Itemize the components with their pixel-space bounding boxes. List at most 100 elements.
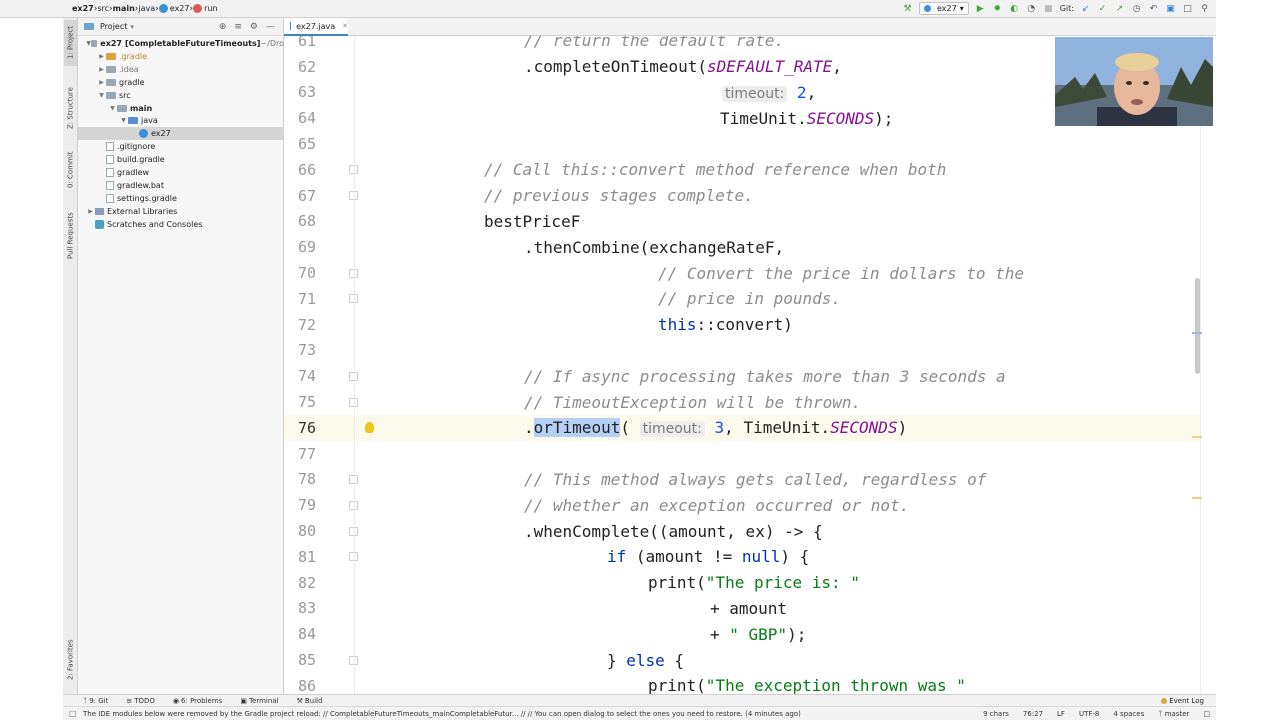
line-number[interactable]: 79 (284, 496, 316, 514)
editor-scrollbar-track[interactable] (1200, 36, 1216, 694)
history-icon[interactable]: ◷ (1131, 0, 1142, 18)
status-message[interactable]: The IDE modules below were removed by th… (83, 710, 801, 718)
git-push-icon[interactable]: ↗ (1114, 0, 1125, 18)
build-hammer-icon[interactable]: ⚒ (902, 0, 913, 18)
chevron-right-icon[interactable]: ▶ (86, 208, 95, 215)
line-number[interactable]: 63 (284, 83, 316, 101)
chevron-down-icon[interactable]: ▼ (119, 117, 128, 124)
line-number[interactable]: 82 (284, 574, 316, 592)
tree-item[interactable]: build.gradle (78, 153, 284, 166)
code-line[interactable]: 82 print("The price is: " (284, 570, 1200, 596)
chevron-down-icon[interactable]: ▼ (97, 92, 106, 99)
code-line[interactable]: 74 // If async processing takes more than… (284, 363, 1200, 389)
chevron-right-icon[interactable]: ▶ (97, 53, 106, 60)
breadcrumb-item[interactable]: java (138, 4, 155, 13)
breadcrumb-item[interactable]: main (113, 4, 135, 13)
run-icon[interactable]: ▶ (975, 0, 986, 18)
project-panel-title[interactable]: Project (100, 22, 127, 31)
line-number[interactable]: 81 (284, 548, 316, 566)
tool-window-structure[interactable]: Z: Structure (64, 78, 77, 138)
tree-item[interactable]: ▶ .gradle (78, 50, 284, 63)
line-number[interactable]: 65 (284, 135, 316, 153)
line-number[interactable]: 83 (284, 599, 316, 617)
code-line[interactable]: 76 .orTimeout( timeout: 3, TimeUnit.SECON… (284, 415, 1200, 441)
line-separator[interactable]: LF (1057, 710, 1065, 718)
caret-position[interactable]: 76:27 (1023, 710, 1043, 718)
tree-item[interactable]: settings.gradle (78, 192, 284, 205)
project-structure-icon[interactable]: ▣ (1165, 0, 1176, 18)
gear-icon[interactable]: ⚙ (250, 22, 258, 32)
breadcrumb-item[interactable]: ex27 (72, 4, 94, 13)
line-number[interactable]: 77 (284, 445, 316, 463)
chevron-right-icon[interactable]: ▶ (97, 66, 106, 73)
code-editor[interactable]: 61 // return the default rate. 62 .complete… (284, 36, 1200, 694)
debug-icon[interactable]: ✹ (992, 0, 1003, 18)
tool-terminal[interactable]: ▣ Terminal (240, 697, 278, 705)
tool-window-project[interactable]: 1: Project (64, 20, 77, 66)
collapse-all-icon[interactable]: ≡ (234, 22, 242, 32)
chevron-down-icon[interactable]: ▾ (130, 23, 134, 31)
code-line[interactable]: 68 bestPriceF (284, 209, 1200, 235)
editor-scrollbar-thumb[interactable] (1195, 278, 1200, 374)
warning-stripe-marker[interactable] (1192, 436, 1202, 438)
profile-icon[interactable]: ◔ (1026, 0, 1037, 18)
line-number[interactable]: 73 (284, 341, 316, 359)
line-number[interactable]: 68 (284, 212, 316, 230)
code-line[interactable]: 75 // TimeoutException will be thrown. (284, 389, 1200, 415)
tree-item[interactable]: gradlew.bat (78, 179, 284, 192)
file-encoding[interactable]: UTF-8 (1079, 710, 1099, 718)
code-line[interactable]: 81 if (amount != null) { (284, 544, 1200, 570)
coverage-icon[interactable]: ◐ (1009, 0, 1020, 18)
notification-icon[interactable]: □ (69, 709, 77, 718)
line-number[interactable]: 70 (284, 264, 316, 282)
tool-window-commit[interactable]: 0: Commit (64, 146, 77, 194)
rollback-icon[interactable]: ↶ (1148, 0, 1159, 18)
tree-item[interactable]: ▶ gradle (78, 76, 284, 89)
code-line[interactable]: 70 // Convert the price in dollars to the (284, 260, 1200, 286)
lightbulb-icon[interactable] (365, 422, 374, 434)
tree-item[interactable]: .gitignore (78, 140, 284, 153)
tool-window-favorites[interactable]: 2: Favorites (64, 630, 77, 690)
git-branch-widget[interactable]: ᛉ master (1158, 710, 1189, 718)
line-number[interactable]: 71 (284, 290, 316, 308)
chevron-right-icon[interactable]: ▶ (97, 79, 106, 86)
tool-todo[interactable]: ≡ TODO (126, 697, 155, 705)
tool-window-pull-requests[interactable]: Pull Requests (64, 204, 77, 268)
hide-panel-icon[interactable]: — (266, 22, 275, 32)
tree-item[interactable]: ▼ main (78, 102, 284, 115)
tree-item[interactable]: ▶ External Libraries (78, 205, 284, 218)
tree-item[interactable]: ▼ java (78, 114, 284, 127)
code-line[interactable]: 71 // price in pounds. (284, 286, 1200, 312)
code-line[interactable]: 83 + amount (284, 596, 1200, 622)
git-commit-icon[interactable]: ✓ (1097, 0, 1108, 18)
line-number[interactable]: 72 (284, 316, 316, 334)
code-line[interactable]: 66 // Call this::convert method reference… (284, 157, 1200, 183)
line-number[interactable]: 74 (284, 367, 316, 385)
warning-stripe-marker[interactable] (1192, 497, 1202, 499)
line-number[interactable]: 61 (284, 36, 316, 50)
line-number[interactable]: 76 (284, 419, 316, 437)
code-line[interactable]: 79 // whether an exception occurred or no… (284, 492, 1200, 518)
tree-item[interactable]: ▼ ex27 [CompletableFutureTimeouts] ~/Dro (78, 37, 284, 50)
stop-icon[interactable]: ■ (1043, 0, 1054, 18)
indent-setting[interactable]: 4 spaces (1113, 710, 1144, 718)
settings-window-icon[interactable]: □ (1182, 0, 1193, 18)
run-configuration-select[interactable]: ex27 ▾ (919, 2, 969, 15)
tool-git[interactable]: ᛉ 9: Git (83, 697, 108, 705)
search-icon[interactable]: ⚲ (1199, 0, 1210, 18)
code-line[interactable]: 86 print("The exception thrown was " (284, 673, 1200, 694)
editor-tab-ex27[interactable]: ex27.java ✕ (284, 18, 348, 36)
code-line[interactable]: 72 this::convert) (284, 312, 1200, 338)
code-line[interactable]: 69 .thenCombine(exchangeRateF, (284, 234, 1200, 260)
line-number[interactable]: 85 (284, 651, 316, 669)
code-line[interactable]: 80 .whenComplete((amount, ex) -> { (284, 518, 1200, 544)
line-number[interactable]: 64 (284, 109, 316, 127)
tree-item[interactable]: Scratches and Consoles (78, 218, 284, 231)
lock-icon[interactable]: □ (1203, 710, 1210, 718)
tree-item[interactable]: gradlew (78, 166, 284, 179)
line-number[interactable]: 75 (284, 393, 316, 411)
tool-problems[interactable]: ◉ 6: Problems (173, 697, 222, 705)
locate-file-icon[interactable]: ⊕ (219, 22, 227, 32)
tree-item[interactable]: ex27 (78, 127, 284, 141)
code-line[interactable]: 77 (284, 441, 1200, 467)
